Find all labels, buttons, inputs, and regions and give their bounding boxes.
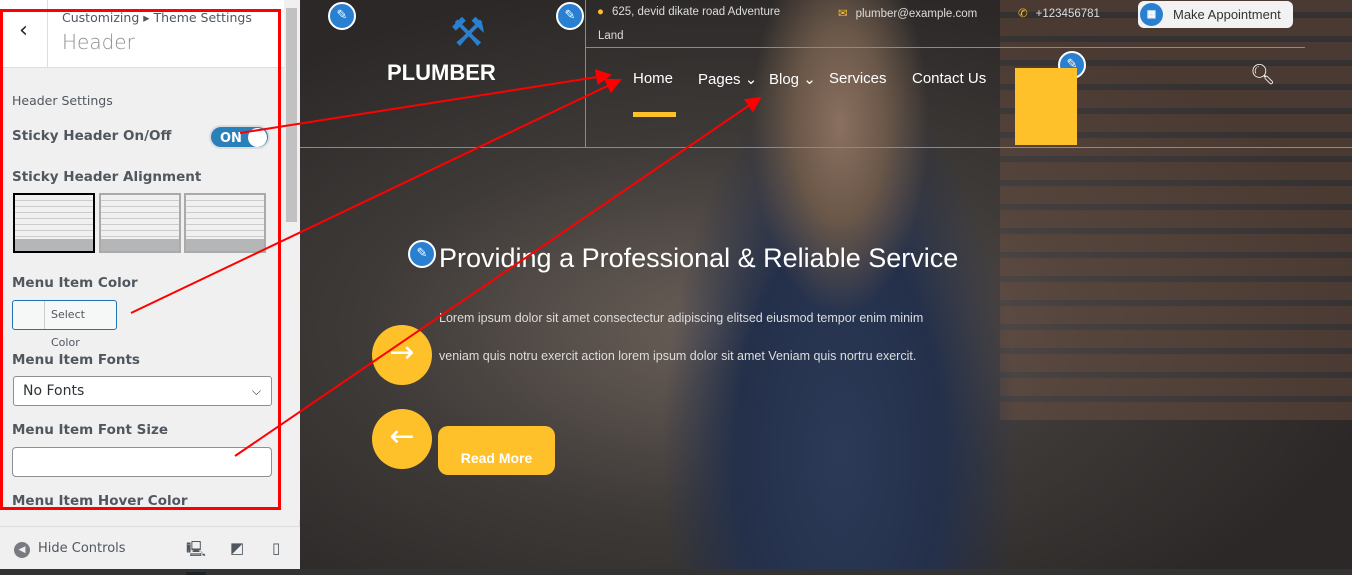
mobile-icon[interactable]: ▯ xyxy=(272,539,280,557)
hero-headline: Providing a Professional & Reliable Serv… xyxy=(439,243,959,273)
hide-controls-button[interactable]: ◀ Hide Controls xyxy=(14,541,126,558)
hero-text: Lorem ipsum dolor sit amet consectectur … xyxy=(439,311,924,325)
alignment-right[interactable] xyxy=(184,193,266,253)
scrollbar-thumb[interactable] xyxy=(286,8,297,222)
panel-footer: ◀ Hide Controls 🖳 ◩ ▯ xyxy=(0,526,300,575)
font-size-label: Menu Item Font Size xyxy=(12,422,168,438)
menu-fonts-label: Menu Item Fonts xyxy=(12,352,140,368)
divider xyxy=(585,0,586,147)
page-title: Header xyxy=(62,30,135,54)
address-text: 625, devid dikate road Adventure xyxy=(611,6,781,18)
prev-arrow-button[interactable]: ← xyxy=(372,409,432,469)
nav-label: Pages xyxy=(698,71,741,88)
next-arrow-button[interactable]: → xyxy=(372,325,432,385)
email-text: plumber@example.com xyxy=(855,8,978,20)
appointment-label: Make Appointment xyxy=(1173,7,1281,22)
nav-contact[interactable]: Contact Us xyxy=(912,70,986,87)
make-appointment-button[interactable]: ▦ Make Appointment xyxy=(1138,1,1293,28)
chevron-down-icon: ⌄ xyxy=(744,71,758,88)
breadcrumb: Customizing ▸ Theme Settings xyxy=(62,10,252,25)
header-button-placeholder[interactable] xyxy=(1015,68,1077,145)
section-title: Header Settings xyxy=(12,93,113,108)
active-underline xyxy=(633,112,676,117)
location-icon: ● xyxy=(597,6,604,18)
address: ● 625, devid dikate road Adventure xyxy=(597,6,780,18)
phone-text: +123456781 xyxy=(1035,8,1100,20)
site-preview: ✎ ✎ ✎ ✎ ⚒ PLUMBER ● 625, devid dikate roa… xyxy=(300,0,1352,569)
panel-header: ‹ Customizing ▸ Theme Settings Header xyxy=(0,0,284,68)
phone-icon: ✆ xyxy=(1018,8,1028,20)
select-color-button[interactable]: Select Color xyxy=(12,300,117,349)
divider xyxy=(585,47,1305,48)
select-value: No Fonts xyxy=(23,383,85,399)
alignment-label: Sticky Header Alignment xyxy=(12,169,202,185)
edit-pencil-icon[interactable]: ✎ xyxy=(408,240,436,268)
hide-controls-label: Hide Controls xyxy=(38,541,126,556)
chevron-down-icon: ⌄ xyxy=(803,71,816,88)
nav-blog[interactable]: Blog ⌄ xyxy=(769,70,816,88)
hover-color-label: Menu Item Hover Color xyxy=(12,493,188,509)
desktop-icon[interactable]: 🖳 xyxy=(186,539,207,575)
edit-pencil-icon[interactable]: ✎ xyxy=(328,2,356,30)
toggle-text: ON xyxy=(220,131,242,146)
phone[interactable]: ✆ +123456781 xyxy=(1018,6,1100,20)
menu-color-label: Menu Item Color xyxy=(12,275,138,291)
tablet-icon[interactable]: ◩ xyxy=(230,539,244,557)
logo-icon: ⚒ xyxy=(450,10,486,56)
background-tiles xyxy=(1000,0,1352,420)
address-line2: Land xyxy=(598,30,624,42)
logo[interactable]: PLUMBER xyxy=(387,60,496,86)
nav-services[interactable]: Services xyxy=(829,70,887,87)
edit-pencil-icon[interactable]: ✎ xyxy=(556,2,584,30)
collapse-icon: ◀ xyxy=(14,542,30,558)
mail-icon: ✉ xyxy=(838,8,848,20)
sticky-label: Sticky Header On/Off xyxy=(12,128,172,144)
font-size-input[interactable] xyxy=(12,447,272,477)
calendar-icon: ▦ xyxy=(1140,3,1163,26)
menu-fonts-select[interactable]: No Fonts ⌵ xyxy=(13,376,272,406)
select-color-text: Select Color xyxy=(44,301,116,349)
back-button[interactable]: ‹ xyxy=(0,0,48,68)
sticky-toggle[interactable]: ON xyxy=(209,125,270,149)
nav-pages[interactable]: Pages ⌄ xyxy=(698,70,757,88)
nav-home[interactable]: Home xyxy=(633,70,673,87)
alignment-center[interactable] xyxy=(99,193,181,253)
search-icon[interactable]: 🔍︎ xyxy=(1250,62,1275,86)
chevron-down-icon: ⌵ xyxy=(251,384,261,398)
email[interactable]: ✉ plumber@example.com xyxy=(838,6,977,20)
nav-label: Blog xyxy=(769,71,800,88)
toggle-knob xyxy=(248,128,267,147)
alignment-left[interactable] xyxy=(13,193,95,253)
divider xyxy=(300,147,1352,148)
customizer-panel: ‹ Customizing ▸ Theme Settings Header He… xyxy=(0,0,300,575)
hero-text: veniam quis notru exercit action lorem i… xyxy=(439,349,917,363)
read-more-button[interactable]: Read More xyxy=(438,426,555,475)
